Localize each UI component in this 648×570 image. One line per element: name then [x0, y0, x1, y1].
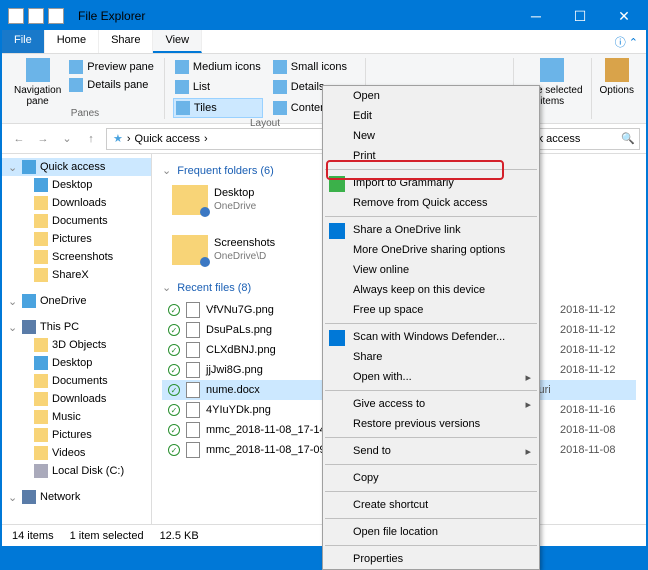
tree-node[interactable]: Music	[2, 408, 151, 426]
ctx-item[interactable]: Edit	[323, 106, 539, 126]
sync-icon: ✓	[168, 324, 180, 336]
qat-icon-2[interactable]	[48, 8, 64, 24]
recent-button[interactable]: ⌄	[56, 128, 78, 150]
ctx-item[interactable]: Create shortcut	[323, 495, 539, 515]
tree-node[interactable]: Downloads	[2, 194, 151, 212]
hide-items-icon[interactable]	[540, 58, 564, 82]
qat-icon[interactable]	[28, 8, 44, 24]
layout-small[interactable]: Small icons	[271, 58, 349, 76]
ctx-item[interactable]: View online	[323, 260, 539, 280]
layout-tiles[interactable]: Tiles	[173, 98, 263, 118]
ctx-item[interactable]: More OneDrive sharing options	[323, 240, 539, 260]
nav-pane-label: Navigation pane	[14, 85, 61, 107]
ctx-item[interactable]: Print	[323, 146, 539, 166]
minimize-button[interactable]: ─	[514, 2, 558, 30]
tab-view[interactable]: View	[153, 30, 202, 53]
sync-icon: ✓	[168, 304, 180, 316]
folder-tile[interactable]: ScreenshotsOneDrive\D	[172, 235, 322, 265]
window-title: File Explorer	[70, 9, 514, 23]
ctx-item[interactable]: Restore previous versions	[323, 414, 539, 434]
sync-icon: ✓	[168, 384, 180, 396]
panes-group-label: Panes	[14, 108, 156, 119]
close-button[interactable]: ✕	[602, 2, 646, 30]
tab-share[interactable]: Share	[99, 30, 153, 53]
ctx-item[interactable]: Give access to	[323, 394, 539, 414]
breadcrumb[interactable]: Quick access	[135, 133, 200, 145]
tree-node[interactable]: ⌄OneDrive	[2, 292, 151, 310]
tree-node[interactable]: 3D Objects	[2, 336, 151, 354]
sync-icon: ✓	[168, 364, 180, 376]
ctx-item[interactable]: Properties	[323, 549, 539, 569]
sync-icon: ✓	[168, 424, 180, 436]
tree-node[interactable]: Videos	[2, 444, 151, 462]
tree-node[interactable]: Documents	[2, 212, 151, 230]
details-pane-button[interactable]: Details pane	[67, 76, 156, 94]
ctx-item[interactable]: Share a OneDrive link	[323, 220, 539, 240]
ribbon-tabs: File Home Share View ⓘ ⌃	[2, 30, 646, 54]
layout-medium[interactable]: Medium icons	[173, 58, 263, 76]
preview-pane-button[interactable]: Preview pane	[67, 58, 156, 76]
tree-node[interactable]: ShareX	[2, 266, 151, 284]
sync-icon: ✓	[168, 404, 180, 416]
ctx-item[interactable]: New	[323, 126, 539, 146]
maximize-button[interactable]: ☐	[558, 2, 602, 30]
ctx-item[interactable]: Open file location	[323, 522, 539, 542]
nav-tree[interactable]: ⌄Quick accessDesktopDownloadsDocumentsPi…	[2, 154, 152, 524]
tree-node[interactable]: ⌄Quick access	[2, 158, 151, 176]
tree-node[interactable]: Pictures	[2, 426, 151, 444]
tree-node[interactable]: Pictures	[2, 230, 151, 248]
ctx-item[interactable]: Share	[323, 347, 539, 367]
status-selected: 1 item selected	[70, 530, 144, 542]
tree-node[interactable]: ⌄Network	[2, 488, 151, 506]
tree-node[interactable]: Downloads	[2, 390, 151, 408]
tab-file[interactable]: File	[2, 30, 45, 53]
forward-button[interactable]: →	[32, 128, 54, 150]
up-button[interactable]: ↑	[80, 128, 102, 150]
app-icon	[8, 8, 24, 24]
context-menu[interactable]: OpenEditNewPrint Import to GrammarlyRemov…	[322, 85, 540, 570]
back-button[interactable]: ←	[8, 128, 30, 150]
ctx-item[interactable]: Open	[323, 86, 539, 106]
titlebar: File Explorer ─ ☐ ✕	[2, 2, 646, 30]
ctx-item[interactable]: Scan with Windows Defender...	[323, 327, 539, 347]
search-icon: 🔍	[621, 132, 635, 145]
tree-node[interactable]: Desktop	[2, 176, 151, 194]
ctx-item[interactable]: Always keep on this device	[323, 280, 539, 300]
ctx-item[interactable]: Free up space	[323, 300, 539, 320]
tree-node[interactable]: ⌄This PC	[2, 318, 151, 336]
options-icon[interactable]	[605, 58, 629, 82]
status-count: 14 items	[12, 530, 54, 542]
tree-node[interactable]: Local Disk (C:)	[2, 462, 151, 480]
ctx-item[interactable]: Import to Grammarly	[323, 173, 539, 193]
ctx-item[interactable]: Open with...	[323, 367, 539, 387]
tree-node[interactable]: Screenshots	[2, 248, 151, 266]
ctx-item[interactable]: Remove from Quick access	[323, 193, 539, 213]
ctx-item[interactable]: Send to	[323, 441, 539, 461]
sync-icon: ✓	[168, 444, 180, 456]
tree-node[interactable]: Desktop	[2, 354, 151, 372]
tree-node[interactable]: Documents	[2, 372, 151, 390]
ribbon-toggle[interactable]: ⓘ ⌃	[607, 30, 646, 53]
ctx-item[interactable]: Copy	[323, 468, 539, 488]
options-label: Options	[600, 85, 634, 96]
status-size: 12.5 KB	[160, 530, 199, 542]
tab-home[interactable]: Home	[45, 30, 99, 53]
folder-tile[interactable]: DesktopOneDrive	[172, 185, 322, 215]
layout-list[interactable]: List	[173, 78, 263, 96]
nav-pane-icon[interactable]	[26, 58, 50, 82]
sync-icon: ✓	[168, 344, 180, 356]
